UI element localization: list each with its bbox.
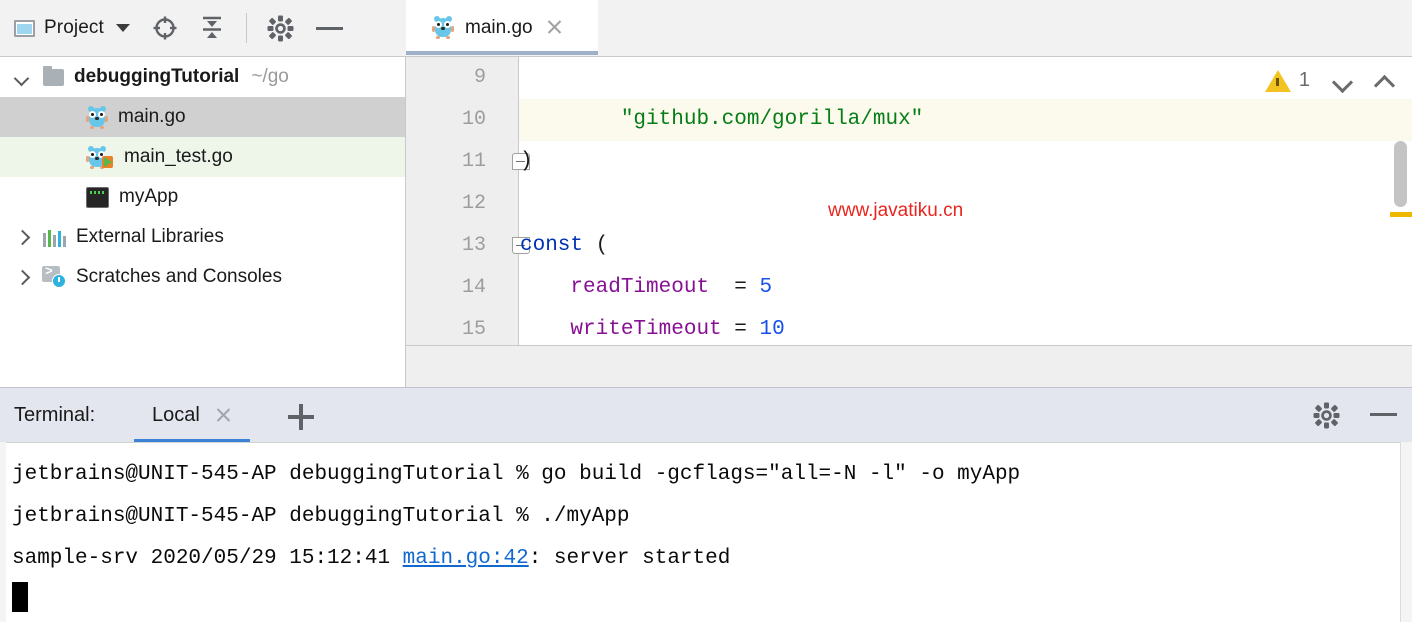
tree-item-label: External Libraries [76, 226, 224, 248]
minimize-icon[interactable] [1370, 413, 1397, 416]
tree-item-scratches-and-consoles[interactable]: Scratches and Consoles [0, 257, 405, 297]
editor-scrollbar-thumb[interactable] [1394, 141, 1407, 207]
terminal-text: : server started [529, 547, 731, 570]
line-number: 13 [406, 225, 486, 267]
terminal-output[interactable]: jetbrains@UNIT-545-AP debuggingTutorial … [0, 442, 1412, 622]
next-problem-chevron-down-icon[interactable] [1332, 71, 1352, 91]
editor-empty-area [406, 345, 1412, 387]
tree-item-path: ~/go [251, 66, 289, 88]
chevron-right-icon[interactable] [15, 270, 29, 284]
line-number: 10 [406, 99, 486, 141]
tree-item-myapp[interactable]: myApp [0, 177, 405, 217]
terminal-text: sample-srv 2020/05/29 15:12:41 [12, 547, 403, 570]
add-terminal-tab-icon[interactable] [288, 404, 314, 430]
minimize-icon[interactable] [316, 27, 343, 30]
code-token: = [709, 276, 759, 299]
tree-item-label: myApp [119, 186, 178, 208]
close-icon[interactable] [546, 19, 563, 36]
terminal-left-edge [0, 442, 6, 622]
top-row: Project [0, 0, 1412, 56]
scratches-icon [42, 266, 66, 288]
code-token: "github.com/gorilla/mux" [621, 108, 923, 131]
tree-item-main-test-go[interactable]: main_test.go [0, 137, 405, 177]
gear-icon[interactable] [1313, 402, 1340, 434]
chevron-down-icon[interactable] [116, 24, 130, 32]
code-token: readTimeout [570, 276, 709, 299]
line-number: 11 [406, 141, 486, 183]
terminal-text: jetbrains@UNIT-545-AP debuggingTutorial … [12, 505, 630, 528]
code-token [520, 108, 621, 131]
code-line: ) [520, 141, 1412, 183]
tab-label: main.go [465, 17, 533, 39]
code-token [520, 318, 570, 341]
code-token: ( [583, 234, 608, 257]
code-token: const [520, 234, 583, 257]
code-line: const ( [520, 225, 1412, 267]
tree-item-label: main_test.go [124, 146, 233, 168]
project-tool-window-label[interactable]: Project [44, 17, 104, 39]
tree-item-label: debuggingTutorial [74, 66, 239, 88]
warning-marker[interactable] [1390, 212, 1412, 217]
tree-item-label: Scratches and Consoles [76, 266, 282, 288]
terminal-scrollbar[interactable] [1400, 442, 1412, 622]
code-text-area[interactable]: "github.com/gorilla/mux" ) const ( readT… [520, 57, 1412, 345]
project-panel-icon [14, 20, 35, 37]
code-token: = [722, 318, 760, 341]
chevron-right-icon[interactable] [15, 230, 29, 244]
libraries-icon [43, 228, 66, 247]
tab-main-go[interactable]: main.go [406, 0, 598, 55]
ide-window: Project [0, 0, 1412, 622]
tree-item-debuggingtutorial[interactable]: debuggingTutorial ~/go [0, 57, 405, 97]
editor-tab-strip: main.go [406, 0, 1412, 56]
terminal-title: Terminal: [14, 404, 95, 427]
terminal-prompt-line [12, 580, 1412, 622]
code-token: ) [520, 150, 533, 173]
terminal-header: Terminal: Local [0, 387, 1412, 442]
code-token: writeTimeout [570, 318, 721, 341]
tree-item-label: main.go [118, 106, 186, 128]
terminal-line: sample-srv 2020/05/29 15:12:41 main.go:4… [12, 538, 1412, 580]
gear-icon[interactable] [267, 15, 294, 42]
terminal-text: jetbrains@UNIT-545-AP debuggingTutorial … [12, 463, 1020, 486]
line-number: 14 [406, 267, 486, 309]
chevron-down-icon[interactable] [15, 70, 29, 84]
inspection-widget[interactable]: 1 [1265, 69, 1394, 92]
collapse-all-icon[interactable] [200, 15, 224, 41]
terminal-cursor [12, 582, 28, 612]
code-line: readTimeout = 5 [520, 267, 1412, 309]
code-token [520, 276, 570, 299]
binary-file-icon [86, 187, 109, 208]
terminal-tab-label: Local [152, 404, 200, 427]
warning-count: 1 [1299, 69, 1310, 92]
project-tree[interactable]: debuggingTutorial ~/go main.go [0, 56, 406, 387]
go-gopher-icon [86, 106, 108, 129]
go-gopher-icon [432, 16, 454, 39]
toolbar-divider [246, 13, 247, 43]
go-gopher-test-icon [86, 146, 108, 169]
editor-scrollbar[interactable] [1390, 57, 1412, 345]
project-toolbar: Project [0, 0, 406, 56]
watermark-text: www.javatiku.cn [828, 200, 963, 222]
warning-triangle-icon[interactable] [1265, 70, 1291, 92]
code-editor[interactable]: 9 10 11 12 13 14 15 "github.com/gorilla/… [406, 56, 1412, 387]
tree-item-main-go[interactable]: main.go [0, 97, 405, 137]
close-icon[interactable] [215, 407, 232, 424]
terminal-tab-local[interactable]: Local [134, 388, 250, 443]
prev-problem-chevron-up-icon[interactable] [1374, 71, 1394, 91]
line-number: 12 [406, 183, 486, 225]
folder-icon [43, 69, 64, 86]
terminal-line: jetbrains@UNIT-545-AP debuggingTutorial … [12, 454, 1412, 496]
code-line: "github.com/gorilla/mux" [520, 99, 1412, 141]
terminal-file-link[interactable]: main.go:42 [403, 547, 529, 570]
tree-item-external-libraries[interactable]: External Libraries [0, 217, 405, 257]
code-token: 5 [759, 276, 772, 299]
locate-target-icon[interactable] [152, 15, 178, 41]
terminal-line: jetbrains@UNIT-545-AP debuggingTutorial … [12, 496, 1412, 538]
code-token: 10 [759, 318, 784, 341]
line-number: 9 [406, 57, 486, 99]
code-line [520, 183, 1412, 225]
